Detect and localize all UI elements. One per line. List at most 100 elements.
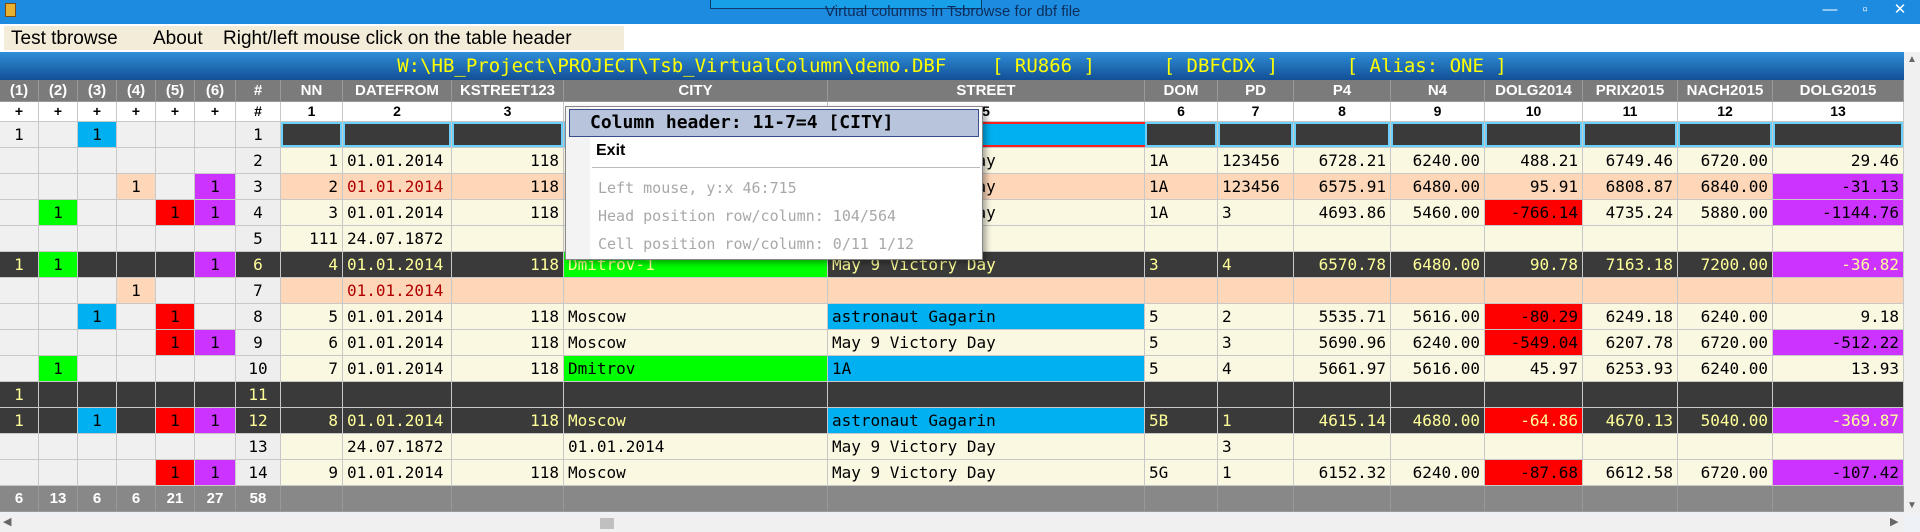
cell-virt5[interactable]: 1 [156, 460, 195, 486]
colnum-dolg2015[interactable]: 13 [1773, 102, 1904, 122]
colnum-virt1[interactable]: + [0, 102, 39, 122]
cell-dolg2015[interactable] [1773, 434, 1904, 460]
cell-virt3[interactable]: 1 [78, 408, 117, 434]
colnum-pd[interactable]: 7 [1218, 102, 1294, 122]
cell-virt2[interactable] [39, 226, 78, 252]
cell-city[interactable]: Moscow [564, 460, 828, 486]
cell-dolg2014[interactable]: 488.21 [1485, 148, 1583, 174]
cell-prix2015[interactable]: 6253.93 [1583, 356, 1678, 382]
cell-pd[interactable] [1218, 278, 1294, 304]
header-p4[interactable]: P4 [1294, 80, 1391, 102]
cell-pd[interactable]: 123456 [1218, 148, 1294, 174]
cell-pd[interactable]: 4 [1218, 356, 1294, 382]
cell-rownum[interactable]: 3 [236, 174, 281, 200]
cell-nach2015[interactable]: 6720.00 [1678, 460, 1773, 486]
cell-virt6[interactable]: 1 [195, 408, 236, 434]
cell-dolg2015[interactable]: -1144.76 [1773, 200, 1904, 226]
cell-city[interactable]: Moscow [564, 408, 828, 434]
cell-virt1[interactable] [0, 174, 39, 200]
cell-kstreet123[interactable]: 118 [452, 174, 564, 200]
cell-virt3[interactable]: 1 [78, 122, 117, 148]
cell-dolg2014[interactable]: -87.68 [1485, 460, 1583, 486]
cell-rownum[interactable]: 12 [236, 408, 281, 434]
cell-nn[interactable] [281, 122, 343, 148]
cell-kstreet123[interactable] [452, 226, 564, 252]
cell-p4[interactable]: 6152.32 [1294, 460, 1391, 486]
cell-virt2[interactable]: 1 [39, 356, 78, 382]
cell-nn[interactable]: 9 [281, 460, 343, 486]
cell-pd[interactable] [1218, 382, 1294, 408]
cell-prix2015[interactable] [1583, 226, 1678, 252]
cell-street[interactable]: May 9 Victory Day [828, 460, 1145, 486]
cell-dolg2015[interactable] [1773, 278, 1904, 304]
cell-dom[interactable]: 1A [1145, 200, 1218, 226]
cell-virt6[interactable]: 1 [195, 200, 236, 226]
cell-dolg2015[interactable]: -31.13 [1773, 174, 1904, 200]
cell-datefrom[interactable] [343, 122, 452, 148]
cell-pd[interactable]: 3 [1218, 200, 1294, 226]
cell-n4[interactable]: 6480.00 [1391, 174, 1485, 200]
cell-datefrom[interactable]: 01.01.2014 [343, 356, 452, 382]
cell-virt6[interactable]: 1 [195, 252, 236, 278]
header-virt3[interactable]: (3) [78, 80, 117, 102]
cell-virt6[interactable]: 1 [195, 460, 236, 486]
cell-n4[interactable]: 5460.00 [1391, 200, 1485, 226]
cell-kstreet123[interactable]: 118 [452, 304, 564, 330]
cell-p4[interactable]: 5690.96 [1294, 330, 1391, 356]
cell-p4[interactable]: 6575.91 [1294, 174, 1391, 200]
cell-dolg2015[interactable] [1773, 382, 1904, 408]
cell-datefrom[interactable]: 01.01.2014 [343, 304, 452, 330]
cell-nach2015[interactable]: 6840.00 [1678, 174, 1773, 200]
cell-kstreet123[interactable]: 118 [452, 408, 564, 434]
cell-dolg2014[interactable]: -64.86 [1485, 408, 1583, 434]
cell-virt5[interactable] [156, 356, 195, 382]
cell-dom[interactable]: 1A [1145, 148, 1218, 174]
cell-dom[interactable]: 5G [1145, 460, 1218, 486]
menu-about[interactable]: About [153, 28, 203, 50]
cell-virt4[interactable]: 1 [117, 174, 156, 200]
cell-city[interactable] [564, 278, 828, 304]
cell-pd[interactable] [1218, 122, 1294, 148]
cell-prix2015[interactable]: 4735.24 [1583, 200, 1678, 226]
header-virt2[interactable]: (2) [39, 80, 78, 102]
cell-virt4[interactable] [117, 226, 156, 252]
cell-virt2[interactable] [39, 174, 78, 200]
cell-n4[interactable] [1391, 434, 1485, 460]
cell-n4[interactable] [1391, 382, 1485, 408]
cell-virt1[interactable]: 1 [0, 252, 39, 278]
menu-header-click-hint[interactable]: Right/left mouse click on the table head… [223, 28, 572, 50]
cell-dolg2014[interactable] [1485, 226, 1583, 252]
cell-kstreet123[interactable] [452, 382, 564, 408]
cell-virt5[interactable]: 1 [156, 304, 195, 330]
cell-pd[interactable]: 1 [1218, 408, 1294, 434]
header-pd[interactable]: PD [1218, 80, 1294, 102]
cell-virt1[interactable] [0, 304, 39, 330]
cell-street[interactable]: astronaut Gagarin [828, 408, 1145, 434]
cell-p4[interactable]: 4693.86 [1294, 200, 1391, 226]
cell-prix2015[interactable] [1583, 278, 1678, 304]
cell-datefrom[interactable]: 01.01.2014 [343, 460, 452, 486]
colnum-virt6[interactable]: + [195, 102, 236, 122]
cell-dom[interactable]: 3 [1145, 252, 1218, 278]
cell-kstreet123[interactable] [452, 278, 564, 304]
cell-virt5[interactable] [156, 252, 195, 278]
cell-prix2015[interactable] [1583, 382, 1678, 408]
cell-nn[interactable] [281, 382, 343, 408]
colnum-virt5[interactable]: + [156, 102, 195, 122]
cell-nn[interactable]: 7 [281, 356, 343, 382]
cell-p4[interactable] [1294, 434, 1391, 460]
cell-n4[interactable]: 5616.00 [1391, 356, 1485, 382]
colnum-nach2015[interactable]: 12 [1678, 102, 1773, 122]
cell-rownum[interactable]: 4 [236, 200, 281, 226]
scroll-left-icon[interactable]: ◀ [3, 515, 11, 528]
cell-virt3[interactable] [78, 382, 117, 408]
header-street[interactable]: STREET [828, 80, 1145, 102]
cell-pd[interactable]: 1 [1218, 460, 1294, 486]
cell-virt5[interactable]: 1 [156, 330, 195, 356]
cell-rownum[interactable]: 5 [236, 226, 281, 252]
cell-virt5[interactable] [156, 122, 195, 148]
cell-p4[interactable] [1294, 226, 1391, 252]
cell-virt2[interactable] [39, 382, 78, 408]
cell-virt2[interactable] [39, 460, 78, 486]
cell-dolg2014[interactable]: 45.97 [1485, 356, 1583, 382]
